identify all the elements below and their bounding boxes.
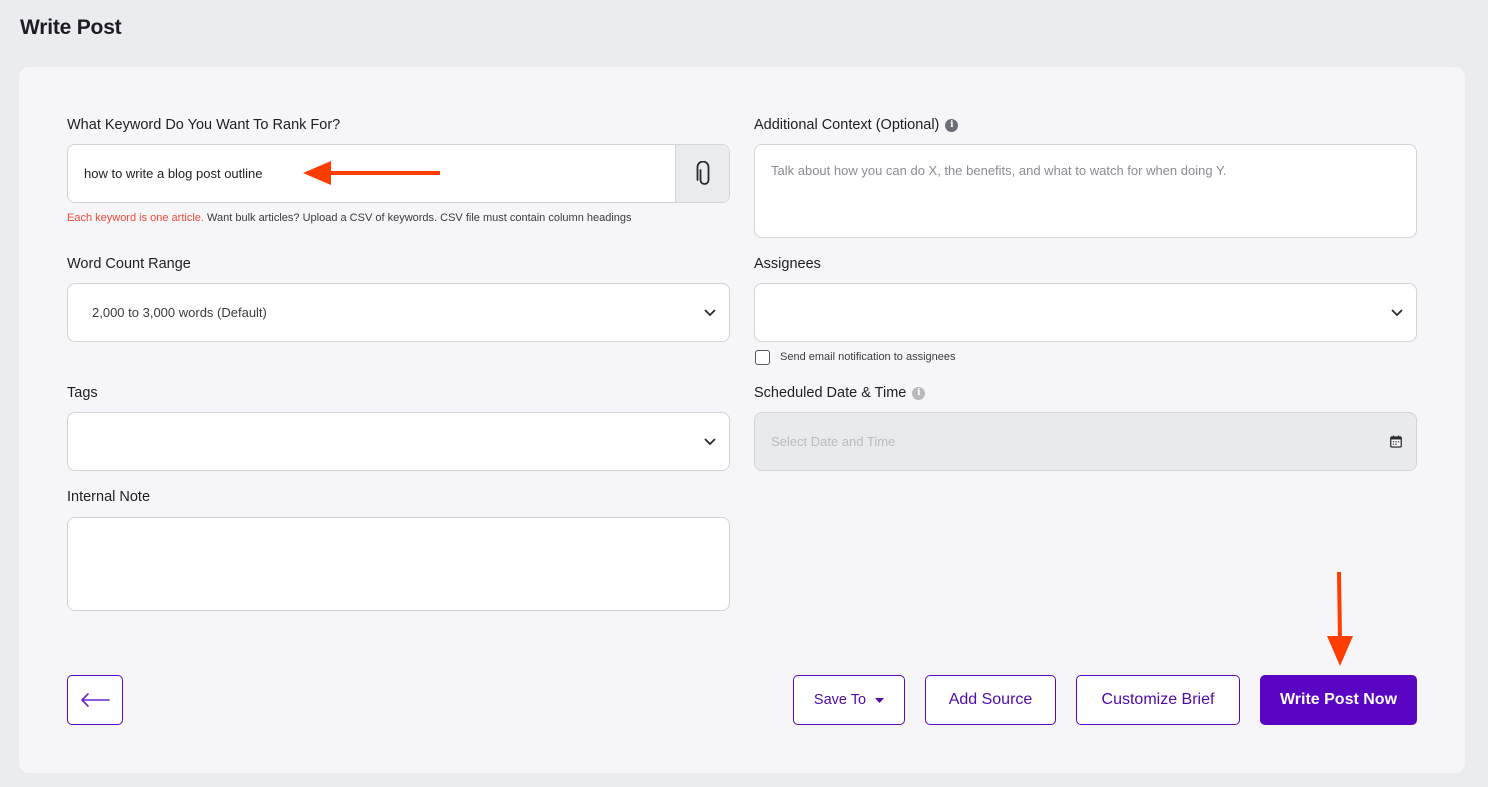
internal-note-textarea[interactable] [67, 517, 730, 611]
save-to-dropdown[interactable]: Save To [793, 675, 905, 725]
info-icon[interactable]: i [912, 386, 926, 400]
additional-context-placeholder: Talk about how you can do X, the benefit… [771, 163, 1227, 178]
chevron-down-icon [703, 306, 717, 320]
word-count-selected: 2,000 to 3,000 words (Default) [92, 305, 267, 320]
keyword-helper-text: Want bulk articles? Upload a CSV of keyw… [203, 212, 632, 224]
keyword-input-value[interactable]: how to write a blog post outline [84, 166, 263, 181]
additional-context-textarea[interactable]: Talk about how you can do X, the benefit… [754, 144, 1417, 238]
write-post-card: What Keyword Do You Want To Rank For? ho… [19, 67, 1465, 773]
page-title: Write Post [20, 16, 122, 39]
assignees-select[interactable] [754, 283, 1417, 342]
scheduled-datetime-input[interactable]: Select Date and Time [754, 412, 1417, 471]
tags-label-text: Tags [67, 385, 98, 401]
keyword-helper: Each keyword is one article. Want bulk a… [67, 212, 632, 224]
assignees-label: Assignees [754, 256, 821, 272]
paperclip-icon [696, 160, 709, 185]
keyword-input[interactable]: how to write a blog post outline [67, 144, 730, 203]
scheduled-placeholder: Select Date and Time [771, 434, 896, 449]
info-icon[interactable]: i [945, 118, 959, 132]
notify-assignees-label[interactable]: Send email notification to assignees [780, 351, 956, 363]
save-to-label: Save To [813, 692, 867, 708]
additional-context-label-text: Additional Context (Optional) [754, 117, 940, 133]
calendar-icon[interactable] [1389, 435, 1403, 449]
internal-note-label-text: Internal Note [67, 489, 151, 505]
upload-csv-button[interactable] [675, 145, 729, 202]
additional-context-label: Additional Context (Optional) i [754, 117, 959, 133]
customize-brief-button[interactable]: Customize Brief [1076, 675, 1240, 725]
keyword-label: What Keyword Do You Want To Rank For? [67, 117, 340, 133]
scheduled-label-text: Scheduled Date & Time [754, 385, 907, 401]
back-button[interactable] [67, 675, 123, 725]
chevron-down-icon [1390, 306, 1404, 320]
scheduled-label: Scheduled Date & Time i [754, 385, 926, 401]
arrow-left-icon [81, 693, 110, 707]
internal-note-label: Internal Note [67, 489, 150, 505]
tags-label: Tags [67, 385, 98, 401]
add-source-button[interactable]: Add Source [925, 675, 1056, 725]
caret-down-icon [875, 697, 885, 703]
keyword-helper-warning: Each keyword is one article. [67, 212, 204, 224]
assignees-label-text: Assignees [754, 256, 821, 272]
tags-select[interactable] [67, 412, 730, 471]
write-post-now-button[interactable]: Write Post Now [1260, 675, 1417, 725]
word-count-label: Word Count Range [67, 256, 191, 272]
notify-assignees-checkbox[interactable] [755, 350, 770, 365]
chevron-down-icon [703, 435, 717, 449]
word-count-select[interactable]: 2,000 to 3,000 words (Default) [67, 283, 730, 342]
keyword-label-text: What Keyword Do You Want To Rank For? [67, 117, 341, 133]
word-count-label-text: Word Count Range [67, 256, 191, 272]
